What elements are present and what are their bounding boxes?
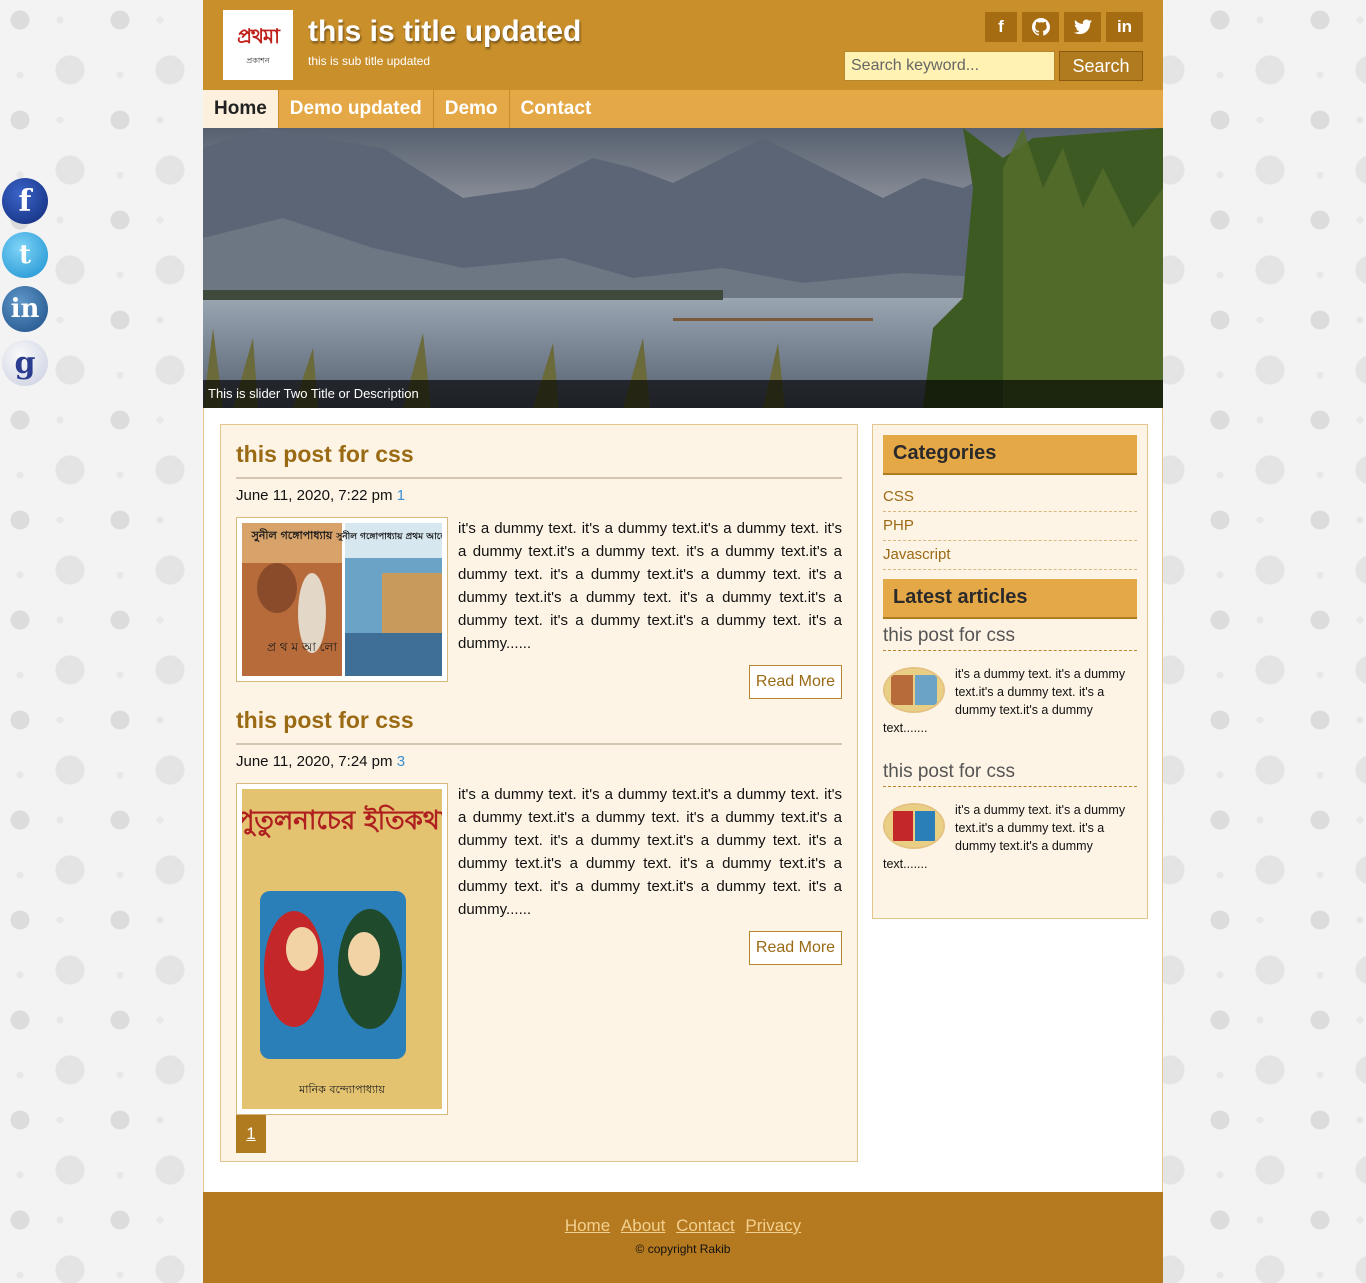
main-nav: Home Demo updated Demo Contact — [203, 90, 1163, 128]
latest-article-thumbnail[interactable] — [883, 803, 945, 849]
posts-column: this post for css June 11, 2020, 7:22 pm… — [220, 424, 858, 1162]
slider-image-lake — [203, 128, 1163, 408]
latest-thumb-image — [885, 805, 943, 847]
logo-subtext: প্রকাশন — [246, 56, 270, 65]
categories-heading: Categories — [883, 435, 1137, 475]
latest-article-item: this post for css it's a dummy text. it'… — [883, 625, 1137, 737]
comment-count-link[interactable]: 3 — [397, 753, 405, 770]
footer-links: Home About Contact Privacy — [203, 1216, 1163, 1236]
cover-text-right: সুনীল গঙ্গোপাধ্যায় প্রথম আলো — [335, 529, 442, 543]
facebook-glyph: f — [18, 183, 32, 219]
category-link-php[interactable]: PHP — [883, 512, 1137, 541]
logo-text: প্রথমা — [237, 24, 280, 48]
site-logo[interactable]: প্রথমা প্রকাশন — [223, 10, 293, 80]
site-footer: Home About Contact Privacy © copyright R… — [203, 1192, 1163, 1283]
site-header: প্রথমা প্রকাশন this is title updated thi… — [203, 0, 1163, 90]
linkedin-glyph: in — [10, 294, 40, 324]
post-excerpt: it's a dummy text. it's a dummy text.it'… — [458, 786, 842, 918]
facebook-share-icon[interactable]: f — [2, 178, 48, 224]
book-cover-image: সুনীল গঙ্গোপাধ্যায় সুনীল গঙ্গোপাধ্যায় … — [242, 523, 450, 676]
cover-title-line: পুতুলনাচের ইতিকথা — [242, 804, 442, 838]
post-date: June 11, 2020, 7:22 pm — [236, 487, 393, 504]
book-cover-image: পুতুলনাচের ইতিকথা মানিক বন্দ্যোপাধ্যায় — [237, 789, 449, 1109]
post-title-divider — [236, 743, 842, 745]
post-title-divider — [236, 477, 842, 479]
nav-item-demo-updated[interactable]: Demo updated — [279, 90, 434, 128]
floating-social-bar: f t in g — [2, 178, 50, 394]
linkedin-icon-glyph: in — [1116, 17, 1133, 36]
search-input[interactable] — [844, 51, 1055, 81]
post-meta: June 11, 2020, 7:24 pm 3 — [236, 753, 405, 770]
facebook-icon[interactable]: f — [985, 12, 1017, 42]
github-icon-svg — [1031, 18, 1050, 36]
linkedin-share-icon[interactable]: in — [2, 286, 48, 332]
footer-link-privacy[interactable]: Privacy — [745, 1216, 801, 1235]
latest-article-item: this post for css it's a dummy text. it'… — [883, 761, 1137, 873]
post-excerpt: it's a dummy text. it's a dummy text.it'… — [458, 520, 842, 652]
post-meta: June 11, 2020, 7:22 pm 1 — [236, 487, 405, 504]
twitter-icon-svg — [1073, 19, 1092, 35]
site-title[interactable]: this is title updated — [308, 15, 581, 49]
post-title[interactable]: this post for css — [236, 707, 414, 734]
google-share-icon[interactable]: g — [2, 340, 48, 386]
latest-article-title[interactable]: this post for css — [883, 761, 1137, 787]
footer-link-about[interactable]: About — [621, 1216, 665, 1235]
read-more-button[interactable]: Read More — [749, 665, 842, 699]
copyright-text: © copyright Rakib — [635, 1242, 731, 1256]
category-list: CSS PHP Javascript — [883, 483, 1137, 570]
cover-text-left: সুনীল গঙ্গোপাধ্যায় — [251, 528, 333, 543]
nav-item-contact[interactable]: Contact — [510, 90, 603, 128]
comment-count-link[interactable]: 1 — [397, 487, 405, 504]
google-glyph: g — [14, 345, 36, 381]
latest-articles-heading: Latest articles — [883, 579, 1137, 619]
header-social-icons: f in — [985, 12, 1143, 42]
slider-caption: This is slider Two Title or Description — [203, 380, 1163, 408]
post-title[interactable]: this post for css — [236, 441, 414, 468]
twitter-glyph: t — [18, 240, 31, 270]
nav-item-home[interactable]: Home — [203, 90, 279, 128]
footer-link-contact[interactable]: Contact — [676, 1216, 735, 1235]
category-link-javascript[interactable]: Javascript — [883, 541, 1137, 570]
linkedin-icon[interactable]: in — [1106, 12, 1143, 42]
search-button[interactable]: Search — [1059, 51, 1143, 81]
page-wrapper: প্রথমা প্রকাশন this is title updated thi… — [203, 0, 1163, 1283]
sidebar: Categories CSS PHP Javascript Latest art… — [872, 424, 1148, 919]
post-thumbnail[interactable]: সুনীল গঙ্গোপাধ্যায় সুনীল গঙ্গোপাধ্যায় … — [236, 517, 450, 682]
latest-thumb-image — [885, 669, 943, 711]
site-subtitle: this is sub title updated — [308, 54, 431, 68]
footer-link-home[interactable]: Home — [565, 1216, 610, 1235]
pagination-page-1[interactable]: 1 — [236, 1115, 266, 1153]
twitter-share-icon[interactable]: t — [2, 232, 48, 278]
post-thumbnail[interactable]: পুতুলনাচের ইতিকথা মানিক বন্দ্যোপাধ্যায় — [236, 783, 449, 1115]
cover-text-bottom: প্র থ ম আ লো — [267, 640, 337, 654]
github-icon[interactable] — [1022, 12, 1059, 42]
latest-article-thumbnail[interactable] — [883, 667, 945, 713]
content-area: this post for css June 11, 2020, 7:22 pm… — [203, 408, 1163, 1192]
twitter-icon[interactable] — [1064, 12, 1101, 42]
latest-article-title[interactable]: this post for css — [883, 625, 1137, 651]
facebook-icon-glyph: f — [998, 17, 1004, 36]
post-date: June 11, 2020, 7:24 pm — [236, 753, 393, 770]
cover-author: মানিক বন্দ্যোপাধ্যায় — [298, 1083, 385, 1096]
search-form: Search — [844, 51, 1143, 81]
read-more-button[interactable]: Read More — [749, 931, 842, 965]
nav-item-demo[interactable]: Demo — [434, 90, 510, 128]
hero-slider[interactable]: This is slider Two Title or Description — [203, 128, 1163, 408]
category-link-css[interactable]: CSS — [883, 483, 1137, 512]
